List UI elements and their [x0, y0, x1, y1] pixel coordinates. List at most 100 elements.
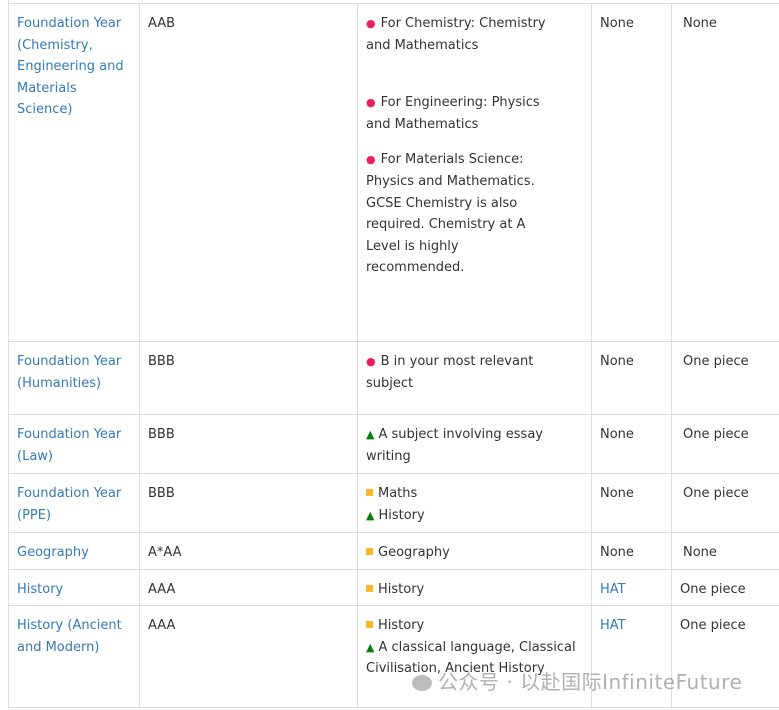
watermark: 公众号 · 以赴国际InfiniteFuture [412, 666, 742, 695]
written-work: One piece [683, 427, 749, 442]
written-work-cell: One piece [671, 473, 779, 533]
subject-text: History [378, 618, 425, 633]
course-link[interactable]: Foundation Year (Law) [17, 427, 121, 464]
written-work-cell: None [671, 532, 779, 570]
subject-requirement: ● For Materials Science: Physics and Math… [366, 149, 561, 279]
course-requirements-table: Foundation Year (Chemistry, Engineering … [8, 3, 779, 708]
pink-dot-icon: ● [366, 355, 376, 368]
admissions-test: None [600, 16, 634, 31]
subject-requirement: ▲ A subject involving essay writing [366, 424, 583, 467]
grades: AAB [148, 16, 176, 31]
green-triangle-icon: ▲ [366, 428, 375, 441]
subject-requirement: History [366, 615, 583, 637]
written-work: None [683, 16, 717, 31]
subjects-cell: ▲ A subject involving essay writing [357, 414, 592, 474]
written-work: One piece [683, 486, 749, 501]
course-link[interactable]: Foundation Year (Chemistry, Engineering … [17, 16, 124, 117]
admissions-test: None [600, 545, 634, 560]
green-triangle-icon: ▲ [366, 508, 375, 522]
test-cell: None [591, 414, 672, 474]
grades: BBB [148, 486, 175, 501]
table-row: Geography A*AA Geography None None [8, 532, 779, 570]
written-work-cell: One piece [671, 569, 779, 606]
admissions-test: None [600, 486, 634, 501]
written-work: None [683, 545, 717, 560]
test-cell: None [591, 3, 672, 342]
grades-cell: A*AA [139, 532, 358, 570]
written-work-cell: One piece [671, 341, 779, 415]
orange-square-icon [366, 548, 373, 555]
grades-cell: AAA [139, 569, 358, 606]
grades: BBB [148, 354, 175, 369]
pink-dot-icon: ● [366, 96, 376, 110]
course-cell: Foundation Year (PPE) [8, 473, 140, 533]
grades-cell: BBB [139, 341, 358, 415]
orange-square-icon [366, 585, 373, 592]
course-cell: History [8, 569, 140, 606]
orange-square-icon [366, 621, 373, 628]
table-row: Foundation Year (Humanities) BBB ● B in you… [8, 341, 779, 415]
written-work-cell: One piece [671, 414, 779, 474]
subjects-cell: ● For Chemistry: Chemistry and Mathematic… [357, 3, 592, 342]
written-work: One piece [683, 354, 749, 369]
subject-requirement: ● B in your most relevant subject [366, 351, 583, 394]
written-work: One piece [680, 582, 746, 597]
admissions-test: None [600, 427, 634, 442]
subjects-cell: Geography [357, 532, 592, 570]
subject-text: For Engineering: Physics and Mathematics [366, 95, 540, 132]
admissions-test: None [600, 354, 634, 369]
table-row: Foundation Year (Law) BBB ▲ A subject invol… [8, 414, 779, 474]
course-link[interactable]: Foundation Year (Humanities) [17, 354, 121, 391]
subject-requirement: ● For Engineering: Physics and Mathematic… [366, 92, 561, 135]
subject-text: Geography [378, 545, 450, 560]
table-row: Foundation Year (Chemistry, Engineering … [8, 3, 779, 342]
course-link[interactable]: Foundation Year (PPE) [17, 486, 121, 523]
grades-cell: BBB [139, 414, 358, 474]
green-triangle-icon: ▲ [366, 640, 375, 654]
course-cell: Foundation Year (Humanities) [8, 341, 140, 415]
test-cell: None [591, 532, 672, 570]
test-cell: None [591, 341, 672, 415]
written-work: One piece [680, 618, 746, 633]
test-cell: None [591, 473, 672, 533]
pink-dot-icon: ● [366, 17, 376, 30]
subject-text: Maths [378, 486, 418, 501]
wechat-icon [412, 675, 432, 691]
course-link[interactable]: History (Ancient and Modern) [17, 618, 122, 655]
grades: AAA [148, 618, 176, 633]
written-work-cell: None [671, 3, 779, 342]
test-cell: HAT [591, 569, 672, 606]
subject-text: For Chemistry: Chemistry and Mathematics [366, 16, 546, 53]
table-row: History AAA History HAT One piece [8, 569, 779, 606]
admissions-test[interactable]: HAT [600, 618, 626, 633]
subject-requirement: Geography [366, 542, 583, 564]
subject-text: History [378, 582, 425, 597]
course-link[interactable]: Geography [17, 545, 89, 560]
subjects-cell: History [357, 569, 592, 606]
subjects-cell: Maths ▲ History [357, 473, 592, 533]
course-link[interactable]: History [17, 582, 63, 597]
subject-text: For Materials Science: Physics and Mathe… [366, 152, 535, 276]
table-row: Foundation Year (PPE) BBB Maths ▲ History Non… [8, 473, 779, 533]
subject-text: History [378, 507, 425, 523]
subject-text: A subject involving essay writing [366, 427, 543, 464]
course-cell: Foundation Year (Law) [8, 414, 140, 474]
subject-requirement: ● For Chemistry: Chemistry and Mathematic… [366, 13, 561, 56]
grades-cell: AAA [139, 605, 358, 708]
subject-requirement: ▲ History [366, 505, 583, 527]
orange-square-icon [366, 489, 373, 496]
grades-cell: BBB [139, 473, 358, 533]
grades: AAA [148, 582, 176, 597]
grades-cell: AAB [139, 3, 358, 342]
subjects-cell: ● B in your most relevant subject [357, 341, 592, 415]
subject-requirement: History [366, 579, 583, 601]
course-cell: Geography [8, 532, 140, 570]
grades: A*AA [148, 545, 182, 560]
subject-text: B in your most relevant subject [366, 354, 534, 391]
course-cell: Foundation Year (Chemistry, Engineering … [8, 3, 140, 342]
pink-dot-icon: ● [366, 153, 376, 167]
subject-requirement: Maths [366, 483, 583, 505]
grades: BBB [148, 427, 175, 442]
admissions-test[interactable]: HAT [600, 582, 626, 597]
course-cell: History (Ancient and Modern) [8, 605, 140, 708]
